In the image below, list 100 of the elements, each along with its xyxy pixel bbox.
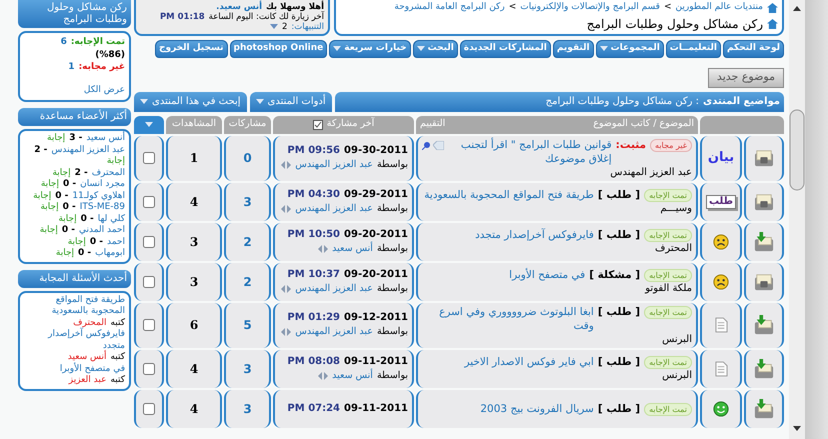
go-to-post-icon[interactable]	[281, 328, 292, 336]
posts-count[interactable]: 0	[224, 136, 271, 180]
scrollbar[interactable]	[789, 0, 805, 439]
member-link[interactable]: كلي لها	[98, 214, 125, 225]
posts-count[interactable]: 2	[224, 262, 271, 300]
member-link[interactable]: ابومهاب	[95, 248, 125, 260]
user-link[interactable]: أنس سعيد.	[216, 2, 262, 12]
prefix-label: بيان	[708, 149, 734, 168]
answer-count: - 0	[62, 202, 76, 214]
answer-unit: إجابة	[40, 202, 59, 214]
status-badge: تمت الإجابه	[644, 402, 692, 416]
last-poster-link[interactable]: أنس سعيد	[332, 368, 373, 382]
go-to-post-icon[interactable]	[281, 204, 292, 212]
sticky-label: مثبت:	[616, 138, 646, 152]
forum-tool-button[interactable]: أدوات المنتدى	[250, 92, 332, 112]
nav-button[interactable]: لوحة التحكم	[722, 40, 784, 58]
nav-button[interactable]: التعليمــات	[666, 40, 721, 58]
go-to-post-icon[interactable]	[318, 244, 328, 252]
view-all-link[interactable]: عرض الكل	[24, 84, 125, 96]
answer-count: - 0	[63, 179, 76, 190]
go-to-post-icon[interactable]	[281, 284, 292, 292]
locked-folder-icon	[754, 149, 774, 167]
home-icon	[767, 18, 778, 28]
forum-tool-button[interactable]: إبحث في هذا المنتدى	[134, 92, 247, 112]
posts-count[interactable]: 3	[224, 390, 271, 428]
go-to-post-icon[interactable]	[281, 161, 292, 169]
row-checkbox[interactable]	[143, 402, 155, 414]
breadcrumb-link[interactable]: قسم البرامج والإتصالات والإلكترونيات	[520, 1, 660, 14]
topic-author: عبد العزيز المهندس	[609, 166, 692, 178]
topic-title-link[interactable]: قوانين طلبات البرامج " اقرأ لتجنب إغلاق موضوعك	[448, 138, 612, 166]
answer-unit: إجابة	[68, 236, 86, 248]
caret-icon	[140, 99, 148, 104]
topic-title-link[interactable]: فايرفوكس آخرإصدار متجدد	[422, 228, 594, 242]
member-link[interactable]: مجرد انسان	[80, 179, 125, 190]
written-by-label: كتبه	[110, 375, 125, 386]
breadcrumb-link[interactable]: ركن البرامج العامة المشروحة	[394, 1, 505, 14]
document-icon	[714, 360, 728, 376]
topic-title-link[interactable]: طريقة فتح المواقع المحجوبة بالسعودية	[422, 188, 594, 202]
go-to-post-icon[interactable]	[318, 372, 328, 380]
status-badge: تمت الإجابه	[644, 356, 692, 369]
author-link[interactable]: المحترف	[73, 318, 106, 329]
by-label: بواسطة	[376, 158, 408, 172]
posts-count[interactable]: 5	[224, 302, 271, 348]
row-checkbox[interactable]	[143, 319, 155, 331]
nav-button[interactable]: خيارات سريعة	[329, 40, 411, 58]
post-date: 09-20-2011	[344, 268, 408, 282]
post-time: 10:37 PM	[287, 268, 340, 282]
row-checkbox[interactable]	[143, 152, 155, 164]
topic-title-link[interactable]: في متصفح الأوبرا	[422, 268, 586, 282]
last-poster-link[interactable]: عبد العزيز المهندس	[295, 202, 373, 216]
post-time: 10:50 PM	[287, 228, 340, 242]
block-header: أكثر الأعضاء مساعدة	[18, 108, 131, 126]
last-poster-link[interactable]: عبد العزيز المهندس	[295, 325, 373, 339]
posts-count[interactable]: 3	[224, 350, 271, 388]
written-by-label: كتبه	[110, 352, 125, 364]
nav-button[interactable]: المشاركات الجديدة	[460, 40, 551, 58]
breadcrumb-link[interactable]: منتديات عالم المطورين	[676, 1, 763, 14]
member-link[interactable]: احمد	[107, 236, 125, 248]
member-link[interactable]: احمد المدني	[78, 225, 125, 236]
question-link[interactable]: طريقة فتح المواقع المحجوبة بالسعودية	[24, 294, 125, 318]
member-link[interactable]: اهلاوي كولـ11	[72, 190, 125, 202]
topic-title-link[interactable]: سريال الفرونت بيج 2003	[422, 402, 594, 416]
answered-count: 6	[60, 37, 67, 48]
row-checkbox[interactable]	[143, 196, 155, 208]
last-poster-link[interactable]: عبد العزيز المهندس	[295, 158, 373, 172]
row-checkbox[interactable]	[143, 362, 155, 374]
options-button[interactable]	[134, 116, 164, 134]
member-link[interactable]: أنس سعيد	[86, 133, 125, 144]
nav-button[interactable]: التقويم	[552, 40, 594, 58]
nav-button[interactable]: تسجيل الخروج	[155, 40, 228, 58]
new-topic-button[interactable]: موضوع جديد	[708, 68, 784, 88]
author-link[interactable]: أنس سعيد	[68, 352, 106, 364]
topic-title-link[interactable]: ابغا البلوتوث ضرووووري وفي اسرع وقت	[422, 304, 594, 332]
last-poster-link[interactable]: عبد العزيز المهندس	[295, 282, 373, 296]
nav-button[interactable]: البحث	[412, 40, 458, 58]
nav-button[interactable]: photoshop Online	[230, 40, 328, 58]
views-count: 6	[166, 302, 222, 348]
posts-count[interactable]: 3	[224, 182, 271, 220]
author-link[interactable]: عبد العزيز	[68, 375, 106, 386]
checkbox-icon	[312, 120, 323, 130]
row-checkbox[interactable]	[143, 276, 155, 288]
forum-bar-label: مواضيع المنتدى	[703, 95, 780, 109]
caret-icon	[270, 24, 278, 30]
answer-count: - 3	[69, 133, 82, 144]
nav-button[interactable]: المجموعات	[596, 40, 664, 58]
question-link[interactable]: في متصفح الأوبرا	[24, 364, 125, 375]
topic-author: البرنس	[661, 369, 692, 382]
written-by-label: كتبه	[110, 318, 125, 329]
question-link[interactable]: فايرفوكس آخرإصدار متجدد	[24, 329, 125, 352]
views-count: 1	[166, 136, 222, 180]
row-checkbox[interactable]	[143, 236, 155, 248]
last-post-heading: آخر مشاركة	[326, 117, 374, 132]
last-poster-link[interactable]: أنس سعيد	[332, 242, 373, 256]
member-link[interactable]: عبد العزيز المهندس	[51, 144, 125, 156]
member-link[interactable]: المحترف	[92, 168, 125, 179]
tag-icon	[433, 140, 444, 150]
topic-title-link[interactable]: ابي فاير فوكس الاصدار الاخير	[422, 355, 594, 369]
member-link[interactable]: ITS-ME-89	[80, 202, 125, 214]
answer-count: - 0	[90, 236, 103, 248]
posts-count[interactable]: 2	[224, 222, 271, 260]
